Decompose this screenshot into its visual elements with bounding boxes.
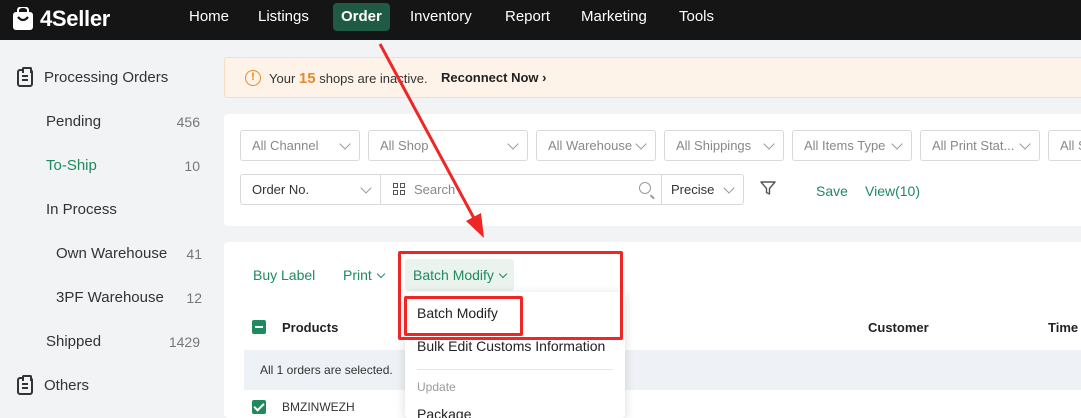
annotation-arrow <box>378 43 484 238</box>
